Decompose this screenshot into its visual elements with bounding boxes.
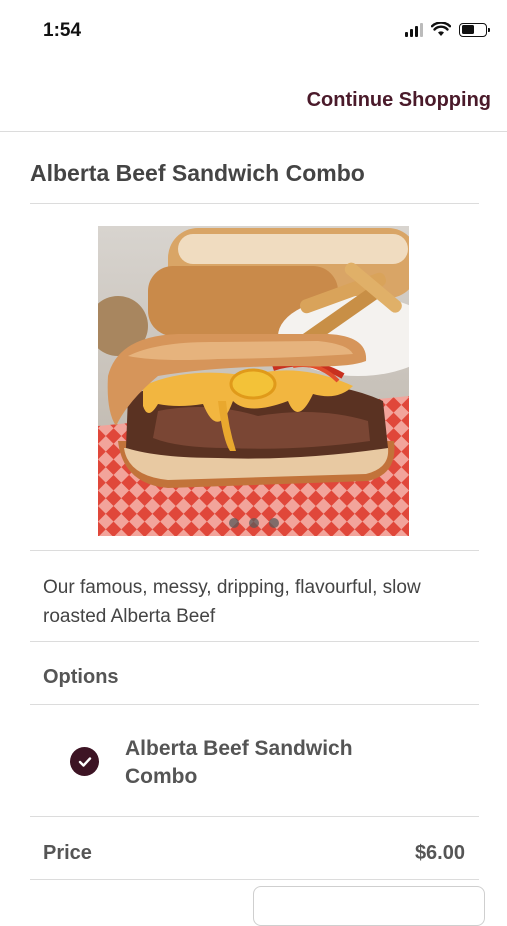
carousel-dot[interactable] [268,518,279,528]
divider [30,550,479,551]
nav-bar: Continue Shopping [0,62,507,132]
battery-icon [459,22,490,37]
price-value: $6.00 [414,842,465,864]
quantity-stepper[interactable] [253,886,485,926]
status-time: 1:54 [43,20,82,41]
options-heading: Options [43,666,119,688]
status-bar: 1:54 [0,0,507,62]
carousel-dots [98,518,409,528]
product-description: Our famous, messy, dripping, flavourful,… [43,577,421,627]
divider [30,816,479,817]
continue-shopping-button[interactable]: Continue Shopping [307,89,491,112]
option-item[interactable]: Alberta Beef Sandwich Combo [30,705,479,816]
divider [30,879,479,880]
wifi-icon [431,22,451,36]
carousel-dot[interactable] [248,518,259,528]
product-image [98,226,409,536]
divider [30,203,479,204]
cellular-signal-icon [405,22,423,37]
checkmark-icon[interactable] [70,747,99,776]
price-label: Price [43,842,92,864]
status-icons [405,22,490,37]
option-label: Alberta Beef Sandwich Combo [125,737,353,788]
carousel-dot[interactable] [228,518,239,528]
product-title: Alberta Beef Sandwich Combo [30,160,365,186]
divider [30,641,479,642]
product-image-carousel[interactable] [98,226,409,536]
